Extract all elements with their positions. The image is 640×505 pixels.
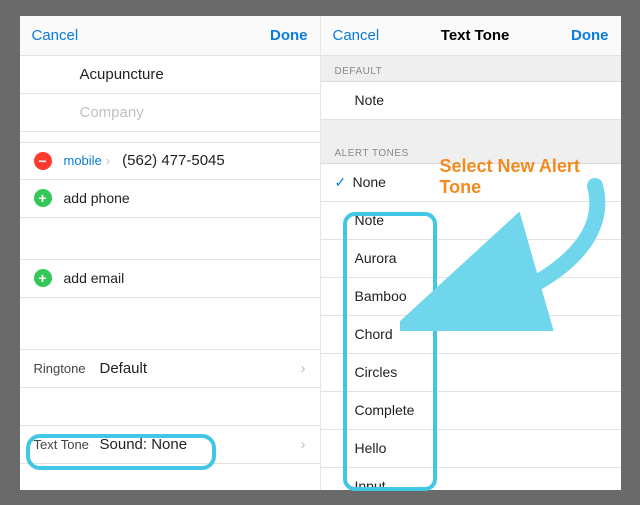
tone-label: Circles — [355, 364, 398, 380]
company-field[interactable]: Company — [20, 94, 320, 132]
section-header-default: DEFAULT — [321, 56, 621, 82]
tone-label: Bamboo — [355, 288, 407, 304]
selected-tone-row[interactable]: ✓ None — [321, 164, 621, 202]
add-email-label: add email — [64, 270, 125, 286]
tone-label: Input — [355, 478, 386, 490]
texttone-row[interactable]: Text Tone Sound: None › — [20, 426, 320, 464]
ringtone-row[interactable]: Ringtone Default › — [20, 350, 320, 388]
add-phone-label: add phone — [64, 190, 130, 206]
done-button[interactable]: Done — [571, 27, 609, 44]
contact-edit-screen: Cancel Done Acupuncture Company − mobile… — [20, 16, 320, 490]
add-phone-row[interactable]: + add phone — [20, 180, 320, 218]
contact-name-field[interactable]: Acupuncture — [20, 56, 320, 94]
tone-row[interactable]: Bamboo — [321, 278, 621, 316]
tone-row[interactable]: Complete — [321, 392, 621, 430]
nav-title: Text Tone — [441, 27, 510, 44]
tone-label: Complete — [355, 402, 415, 418]
checkmark-icon: ✓ — [335, 174, 353, 191]
tone-label: Hello — [355, 440, 387, 456]
tone-row[interactable]: Circles — [321, 354, 621, 392]
ringtone-value: Default — [100, 360, 301, 377]
phone-value[interactable]: (562) 477-5045 — [122, 152, 225, 169]
delete-icon[interactable]: − — [34, 152, 52, 170]
alert-tone-list: Note Aurora Bamboo Chord Circles Complete Hell… — [321, 202, 621, 490]
chevron-right-icon: › — [301, 436, 306, 453]
tone-row[interactable]: Aurora — [321, 240, 621, 278]
chevron-right-icon: › — [301, 360, 306, 377]
tone-row[interactable]: Note — [321, 202, 621, 240]
phone-row[interactable]: − mobile › (562) 477-5045 — [20, 142, 320, 180]
selected-tone-label: None — [353, 174, 386, 190]
tone-label: Note — [355, 212, 385, 228]
add-email-row[interactable]: + add email — [20, 260, 320, 298]
texttone-value: Sound: None — [100, 436, 301, 453]
tone-row[interactable]: Chord — [321, 316, 621, 354]
cancel-button[interactable]: Cancel — [32, 27, 79, 44]
texttone-label: Text Tone — [34, 437, 100, 452]
tone-row[interactable]: Input — [321, 468, 621, 490]
default-tone-label: Note — [355, 92, 385, 108]
texttone-picker-screen: Cancel Text Tone Done DEFAULT Note ALERT… — [321, 16, 621, 490]
tone-label: Chord — [355, 326, 393, 342]
plus-icon: + — [34, 269, 52, 287]
done-button[interactable]: Done — [270, 27, 308, 44]
default-tone-row[interactable]: Note — [321, 82, 621, 120]
plus-icon: + — [34, 189, 52, 207]
phone-label[interactable]: mobile — [64, 153, 102, 168]
nav-bar: Cancel Text Tone Done — [321, 16, 621, 56]
tone-label: Aurora — [355, 250, 397, 266]
nav-bar: Cancel Done — [20, 16, 320, 56]
section-header-alerttones: ALERT TONES — [321, 120, 621, 164]
chevron-right-icon: › — [106, 153, 110, 168]
tone-row[interactable]: Hello — [321, 430, 621, 468]
ringtone-label: Ringtone — [34, 361, 100, 376]
cancel-button[interactable]: Cancel — [333, 27, 380, 44]
